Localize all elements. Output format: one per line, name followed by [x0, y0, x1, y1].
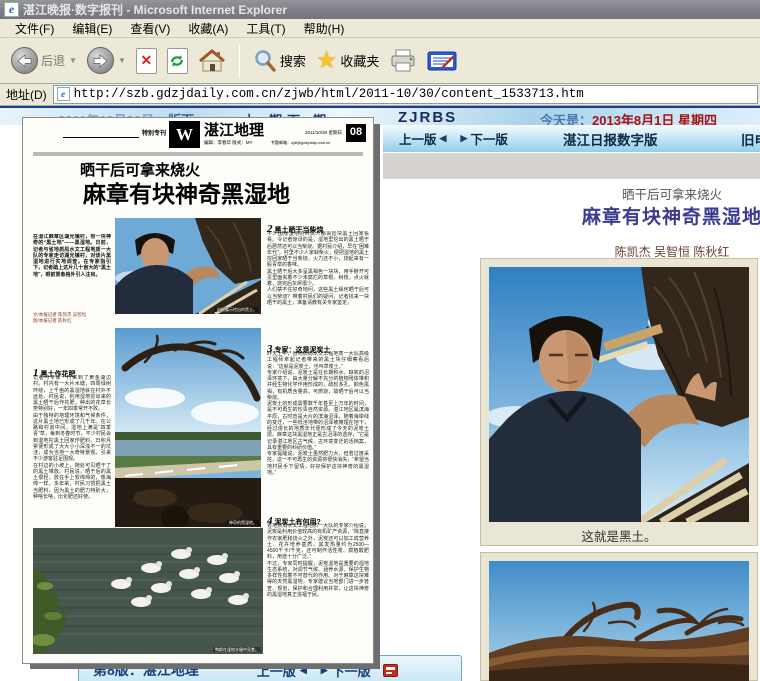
browser-window: e 湛江晚报·数字报刊 - Microsoft Internet Explore…: [0, 0, 760, 681]
photo-caption: 这就是黑土。: [481, 526, 757, 545]
edition-tag: 特别专刊: [142, 131, 166, 139]
paper-intro: 在湛江麻章区湖光镇村，有一块神奇的“黑土地”——黑湿地。日前，记者与省地质局水文…: [33, 234, 111, 308]
menu-tools[interactable]: 工具(T): [237, 20, 294, 37]
content-divider: [383, 153, 760, 179]
paper-photo-man: 村民展示挖出的黑土。: [115, 218, 261, 314]
address-field: e: [53, 85, 758, 104]
home-icon: [198, 48, 226, 74]
menu-help[interactable]: 帮助(H): [295, 20, 354, 37]
address-label: 地址(D): [6, 86, 47, 103]
menu-bar: 文件(F) 编辑(E) 查看(V) 收藏(A) 工具(T) 帮助(H): [0, 19, 760, 38]
footer-print-icon[interactable]: [383, 664, 398, 677]
masthead-rule: [63, 137, 139, 138]
favorites-button[interactable]: ★ 收藏夹: [311, 41, 385, 81]
menu-view[interactable]: 查看(V): [121, 20, 179, 37]
edit-icon: [427, 49, 457, 73]
back-icon: [11, 47, 38, 74]
forward-button[interactable]: ▼: [82, 41, 131, 81]
search-icon: [253, 48, 277, 74]
stop-icon: ✕: [136, 48, 157, 74]
refresh-icon: [167, 48, 188, 74]
print-button[interactable]: [384, 41, 422, 81]
menu-file[interactable]: 文件(F): [6, 20, 63, 37]
article-photo-frame-2: [480, 552, 758, 681]
site-code: ZJRBS: [398, 109, 457, 126]
paper-photo-wetland: 神奇的黑湿地。: [115, 328, 261, 527]
section-2-body: 不少围观湿地的村民人都会捡块黑土回家看看。令记者惊讶的是，湿地里挖出的黑土晒干后…: [267, 231, 369, 329]
menu-edit[interactable]: 编辑(E): [63, 20, 121, 37]
masthead-issue-date: 2011/10/30 星期日: [305, 130, 342, 136]
article-title: 麻章有块神奇黑湿地: [510, 202, 760, 229]
photo-man-with-peat: [489, 267, 749, 522]
article-photo-frame-1: 这就是黑土。: [480, 258, 758, 546]
prev-page-icon: ◀: [440, 133, 447, 144]
masthead-meta: 编辑：李春华 版式：MY: [204, 140, 253, 146]
section-3-body: 昨天上午，省地质局水文工程地质一大队高级工程师拿起记者带来的黑土块仔细察看后说：…: [267, 351, 369, 503]
favorites-star-icon: ★: [316, 46, 338, 75]
masthead-contact: 专题邮箱：zjdl@gdzjdaily.com.cn: [271, 140, 330, 145]
section-4-body: 省地质局水文工程地质一大队的专家介绍说，泥炭是利用价值较高的有机矿产资源，“除直…: [267, 523, 369, 657]
masthead-bar: [33, 152, 363, 156]
forward-dropdown-icon[interactable]: ▼: [118, 56, 126, 65]
edit-button[interactable]: [422, 41, 462, 81]
back-button[interactable]: 后退 ▼: [6, 41, 82, 81]
paper-headline: 麻章有块神奇黑湿地: [83, 180, 373, 209]
old-edition-link[interactable]: 旧电: [741, 129, 760, 149]
paper-logo: W: [169, 121, 200, 148]
address-page-icon: e: [57, 87, 70, 101]
home-button[interactable]: [193, 41, 231, 81]
paper-subtitle: 晒干后可拿来烧火: [80, 162, 200, 181]
paper-photo-ducks: 鸭群在湿地水塘中觅食。: [33, 528, 263, 654]
search-button[interactable]: 搜索: [248, 41, 311, 81]
page-nav-bar: 上一版 ◀ ▶ 下一版 湛江日报数字版 旧电: [383, 125, 760, 153]
stop-button[interactable]: ✕: [131, 41, 162, 81]
title-bar: e 湛江晚报·数字报刊 - Microsoft Internet Explore…: [0, 0, 760, 19]
toolbar: 后退 ▼ ▼ ✕: [0, 38, 760, 84]
article-subtitle: 晒干后可拿来烧火: [510, 184, 760, 203]
menu-favorites[interactable]: 收藏(A): [179, 20, 237, 37]
site-title: 湛江日报数字版: [563, 129, 658, 149]
next-page-link[interactable]: 下一版: [470, 129, 508, 148]
page-number-badge: 08: [346, 124, 366, 142]
photo-driftwood: [489, 561, 749, 681]
newspaper-page[interactable]: 特别专刊 W 湛江地理 编辑：李春华 版式：MY 专题邮箱：zjdl@gdzjd…: [22, 117, 374, 664]
paper-byline: 文/本报记者 陈凯杰 吴智恒 图/本报记者 陈秋红: [33, 312, 111, 323]
next-page-icon: ▶: [460, 133, 467, 144]
window-title: 湛江晚报·数字报刊 - Microsoft Internet Explorer: [23, 1, 287, 18]
prev-page-link[interactable]: 上一版: [399, 129, 437, 148]
ie-logo-icon: e: [4, 2, 19, 17]
address-input[interactable]: [74, 87, 754, 101]
print-icon: [389, 48, 417, 74]
page-content: 2011年10月30日 版面 « 上一期 下一期 » ZJRBS 今天是：201…: [0, 106, 760, 681]
forward-icon: [87, 47, 114, 74]
back-dropdown-icon[interactable]: ▼: [69, 56, 77, 65]
footer-prev-icon: ◀: [300, 665, 307, 676]
refresh-button[interactable]: [162, 41, 193, 81]
section-1-body: 记者与专家一行来到了黄金湖边村。村内有一大片水塘，四周绿树环绕，上千亩的黑湿地就…: [33, 375, 111, 507]
address-bar: 地址(D) e: [0, 84, 760, 106]
toolbar-separator: [239, 44, 240, 78]
footer-next-icon: ▶: [321, 665, 328, 676]
column-title: 湛江地理: [204, 122, 264, 141]
